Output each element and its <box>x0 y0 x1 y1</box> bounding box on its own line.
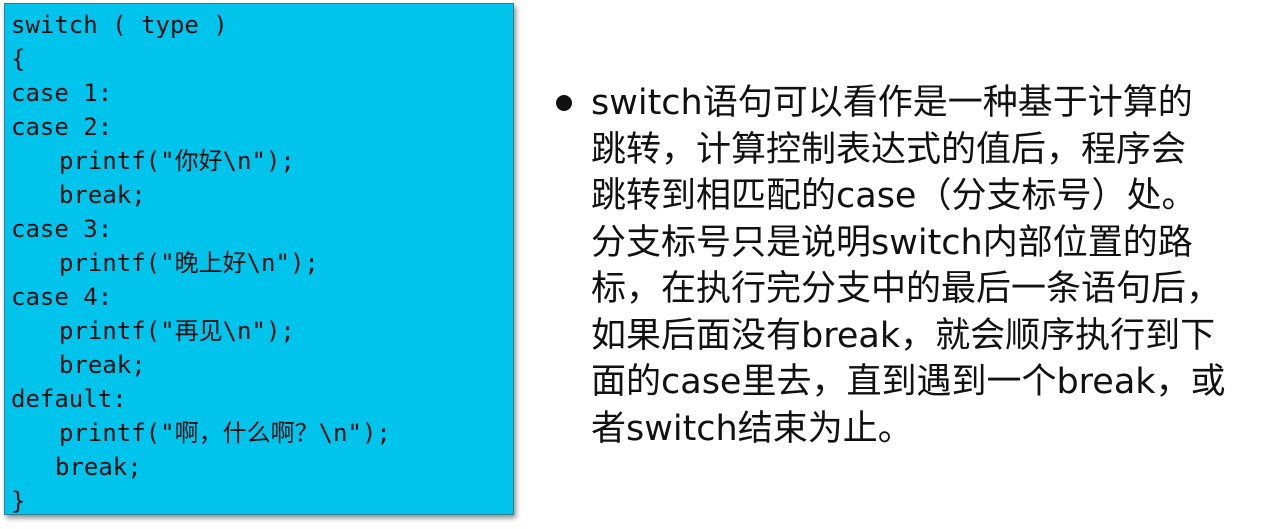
code-line-case-1: case 1: <box>11 79 113 107</box>
paragraph-line: 者switch结束为止。 <box>591 408 913 449</box>
paragraph-line: 标，在执行完分支中的最后一条语句后， <box>591 269 1222 309</box>
code-line-switch: switch ( type ) <box>11 11 228 39</box>
code-line-printf-what: printf("啊，什么啊？\n"); <box>59 419 391 447</box>
code-line-close-brace: } <box>11 487 26 515</box>
paragraph-line: 跳转到相匹配的case（分支标号）处。 <box>591 176 1197 216</box>
code-line-printf-hello: printf("你好\n"); <box>59 147 295 175</box>
paragraph-line: 跳转，计算控制表达式的值后，程序会 <box>591 129 1187 170</box>
paragraph-line: 如果后面没有break，就会顺序执行到下 <box>591 315 1216 356</box>
code-line-printf-bye: printf("再见\n"); <box>59 317 295 345</box>
paragraph-line: 面的case里去，直到遇到一个break，或 <box>591 362 1226 402</box>
paragraph-line: 分支标号只是说明switch内部位置的路 <box>591 222 1193 263</box>
bullet-paragraph: switch语句可以看作是一种基于计算的 跳转，计算控制表达式的值后，程序会 跳… <box>591 80 1281 452</box>
code-block: switch ( type ) { case 1: case 2: printf… <box>4 3 514 515</box>
code-line-break-2: break; <box>59 351 146 379</box>
code-line-break-1: break; <box>59 181 146 209</box>
paragraph-line: switch语句可以看作是一种基于计算的 <box>591 83 1193 123</box>
code-line-case-4: case 4: <box>11 283 113 311</box>
code-line-default: default: <box>11 385 127 413</box>
code-line-case-3: case 3: <box>11 215 113 243</box>
bullet-icon <box>556 95 572 111</box>
code-line-break-3: break; <box>55 453 142 481</box>
code-line-printf-evening: printf("晚上好\n"); <box>59 249 319 277</box>
code-line-open-brace: { <box>11 45 26 73</box>
code-line-case-2: case 2: <box>11 113 113 141</box>
